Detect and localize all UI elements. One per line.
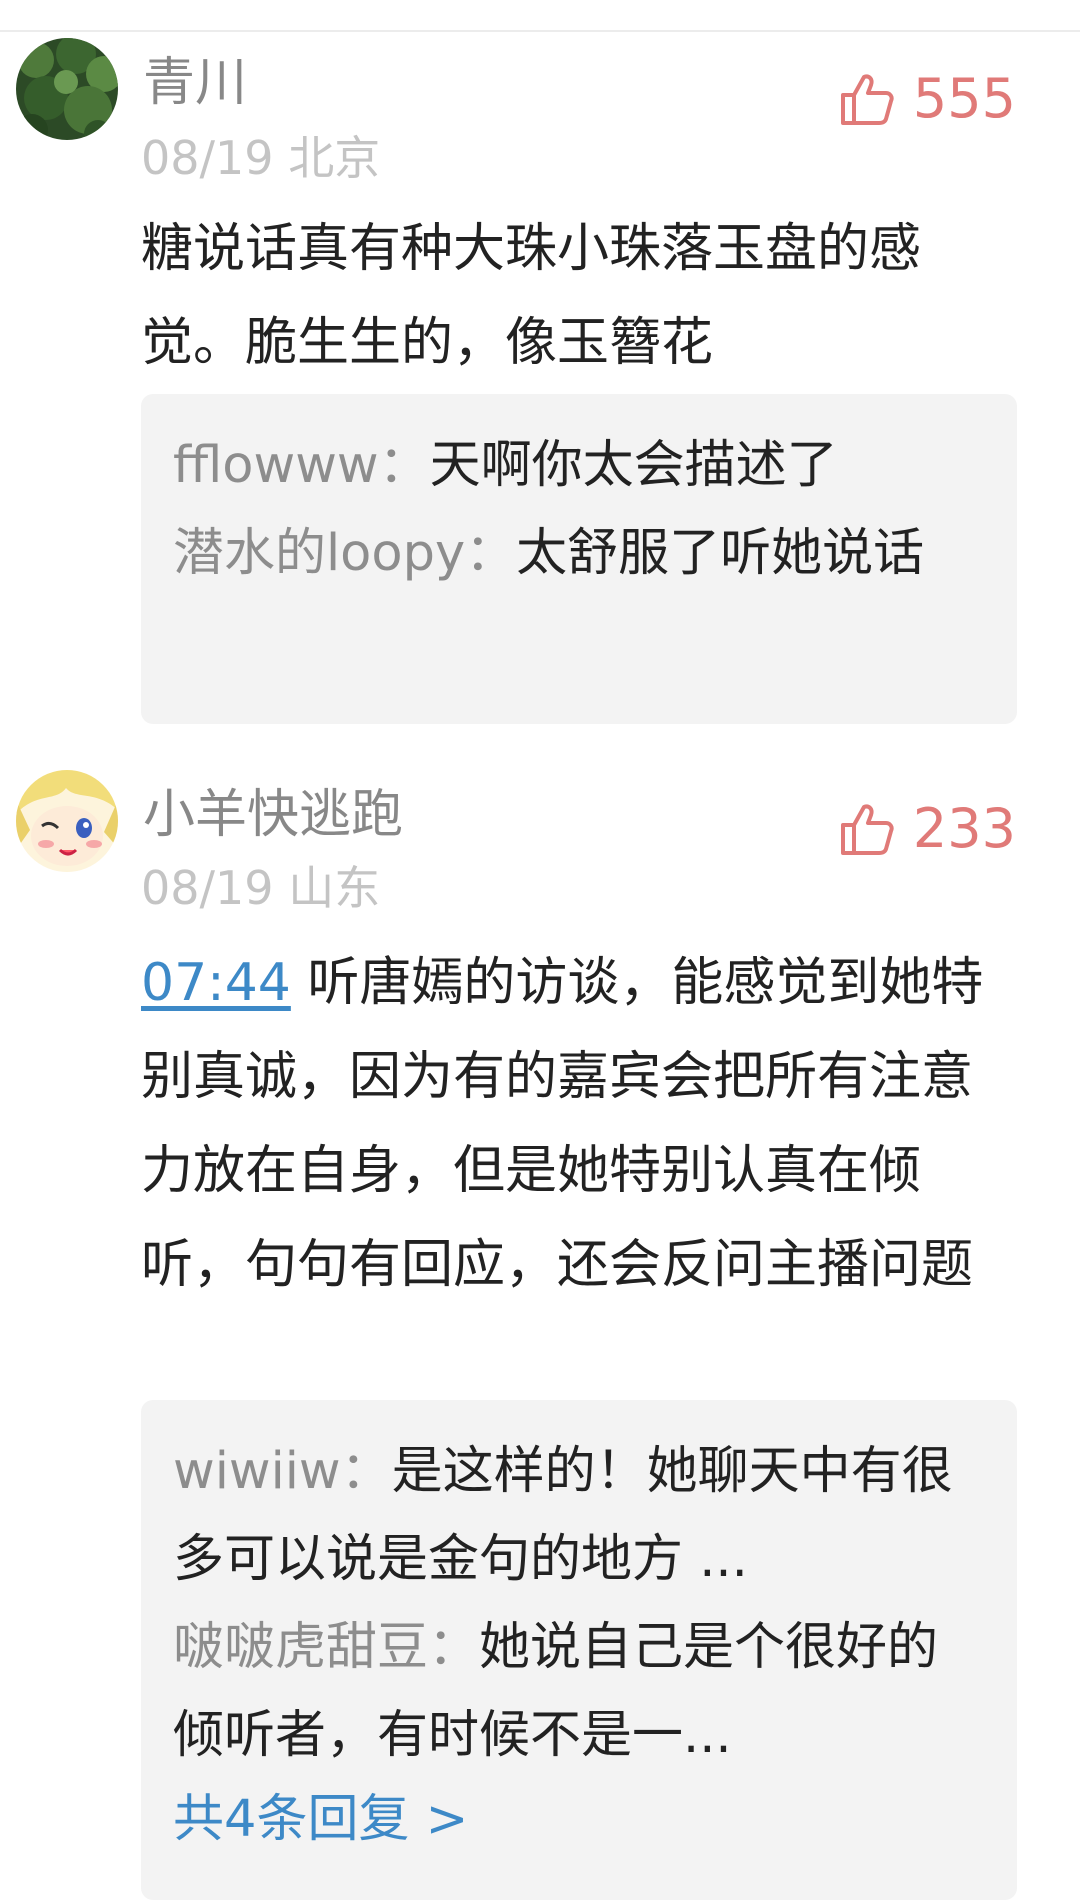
comment-date: 08/19: [141, 131, 274, 185]
like-count: 233: [912, 797, 1016, 860]
reply-username[interactable]: 啵啵虎甜豆: [173, 1618, 428, 1677]
reply-text: 天啊你太会描述了: [429, 436, 838, 495]
username[interactable]: 青川: [143, 52, 247, 114]
comment-location: 山东: [288, 861, 381, 915]
top-divider: [0, 0, 1080, 32]
reply-text: 太舒服了听她说话: [516, 524, 925, 583]
comment-date: 08/19: [141, 861, 274, 915]
reply-separator: ：: [340, 1442, 392, 1501]
like-count: 555: [912, 67, 1016, 130]
avatar[interactable]: [16, 38, 118, 140]
avatar[interactable]: [16, 770, 118, 872]
reply-username[interactable]: fflowww: [173, 436, 379, 495]
reply-separator: ：: [465, 524, 517, 583]
reply-item: 潜水的loopy：太舒服了听她说话: [173, 510, 985, 598]
reply-item: wiwiiw：是这样的！她聊天中有很多可以说是金句的地方 ...: [173, 1428, 985, 1604]
reply-username[interactable]: wiwiiw: [173, 1442, 341, 1501]
like-button[interactable]: 555: [839, 64, 1016, 134]
reply-item: fflowww：天啊你太会描述了: [173, 422, 985, 510]
comment-location: 北京: [288, 131, 381, 185]
comment-text: 07:44 听唐嫣的访谈，能感觉到她特别真诚，因为有的嘉宾会把所有注意力放在自身…: [141, 936, 1021, 1312]
thumbs-up-icon: [840, 804, 894, 855]
reply-username[interactable]: 潜水的loopy: [173, 524, 465, 583]
reply-separator: ：: [428, 1618, 480, 1677]
reply-item: 啵啵虎甜豆：她说自己是个很好的倾听者，有时候不是一...: [173, 1604, 985, 1780]
like-button[interactable]: 233: [839, 794, 1016, 864]
comment-meta: 08/19 山东: [141, 860, 380, 916]
reply-box[interactable]: wiwiiw：是这样的！她聊天中有很多可以说是金句的地方 ... 啵啵虎甜豆：她…: [141, 1400, 1017, 1900]
timestamp-link[interactable]: 07:44: [141, 953, 291, 1013]
username[interactable]: 小羊快逃跑: [143, 784, 403, 846]
comment-meta: 08/19 北京: [141, 130, 380, 186]
reply-box[interactable]: fflowww：天啊你太会描述了 潜水的loopy：太舒服了听她说话: [141, 394, 1017, 724]
comment-text: 糖说话真有种大珠小珠落玉盘的感觉。脆生生的，像玉簪花: [141, 219, 922, 373]
thumbs-up-icon: [840, 74, 894, 125]
reply-separator: ：: [378, 436, 430, 495]
more-replies-link[interactable]: 共4条回复 >: [173, 1780, 985, 1860]
